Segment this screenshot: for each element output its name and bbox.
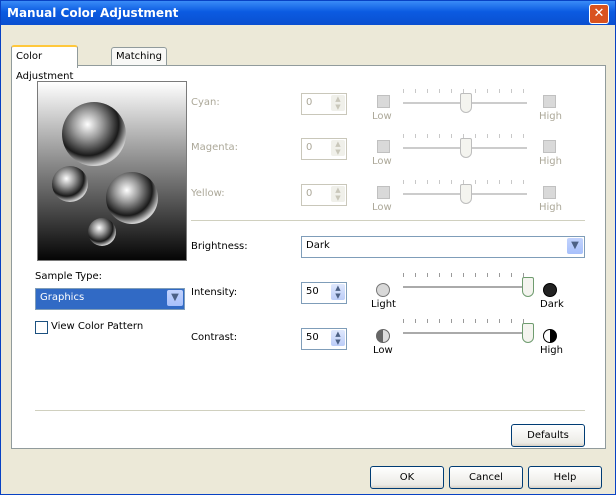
window-title: Manual Color Adjustment <box>7 6 179 20</box>
cyan-slider[interactable] <box>403 89 527 119</box>
yellow-high-label: High <box>539 202 562 213</box>
view-color-pattern-label: View Color Pattern <box>51 321 144 332</box>
intensity-low-label: Light <box>371 299 396 310</box>
yellow-label: Yellow: <box>191 188 225 199</box>
yellow-spinner[interactable]: 0 ▲ ▼ <box>301 184 347 206</box>
tab-color-adjustment[interactable]: Color Adjustment <box>11 45 79 82</box>
low-contrast-icon <box>376 329 390 343</box>
ok-button[interactable]: OK <box>370 466 444 489</box>
yellow-high-icon <box>543 186 556 199</box>
spin-arrows-icon[interactable]: ▲ ▼ <box>331 140 345 156</box>
magenta-slider[interactable] <box>403 134 527 164</box>
magenta-high-icon <box>543 140 556 153</box>
sample-type-select[interactable]: Graphics ▼ <box>35 288 185 310</box>
intensity-label: Intensity: <box>191 287 238 298</box>
brightness-label: Brightness: <box>191 241 248 252</box>
contrast-slider-thumb[interactable] <box>522 323 534 343</box>
chevron-down-icon[interactable]: ▼ <box>167 290 183 306</box>
spin-arrows-icon[interactable]: ▲ ▼ <box>331 186 345 202</box>
bottom-separator <box>35 410 585 412</box>
cyan-slider-thumb[interactable] <box>460 93 472 113</box>
cyan-low-icon <box>377 95 390 108</box>
close-button[interactable]: ✕ <box>589 4 609 24</box>
spin-arrows-icon[interactable]: ▲ ▼ <box>331 95 345 111</box>
contrast-label: Contrast: <box>191 332 238 343</box>
magenta-slider-thumb[interactable] <box>460 138 472 158</box>
contrast-value: 50 <box>306 332 319 343</box>
cyan-value: 0 <box>306 97 313 108</box>
sample-type-value: Graphics <box>40 292 85 303</box>
yellow-slider-thumb[interactable] <box>460 184 472 204</box>
magenta-high-label: High <box>539 156 562 167</box>
tab-matching[interactable]: Matching <box>111 47 167 66</box>
magenta-value: 0 <box>306 142 313 153</box>
magenta-label: Magenta: <box>191 142 239 153</box>
chevron-down-icon[interactable]: ▼ <box>567 238 583 254</box>
intensity-spinner[interactable]: 50 ▲ ▼ <box>301 282 347 304</box>
yellow-low-label: Low <box>372 202 392 213</box>
dark-circle-icon <box>543 283 557 297</box>
yellow-value: 0 <box>306 188 313 199</box>
intensity-high-label: Dark <box>540 299 564 310</box>
title-bar[interactable]: Manual Color Adjustment ✕ <box>1 1 615 25</box>
yellow-low-icon <box>377 186 390 199</box>
cancel-button[interactable]: Cancel <box>449 466 523 489</box>
contrast-spinner[interactable]: 50 ▲ ▼ <box>301 328 347 350</box>
magenta-low-icon <box>377 140 390 153</box>
brightness-select[interactable]: Dark ▼ <box>301 236 585 258</box>
contrast-high-label: High <box>540 345 563 356</box>
view-color-pattern-checkbox[interactable] <box>35 321 48 334</box>
intensity-slider[interactable] <box>403 273 534 303</box>
contrast-low-label: Low <box>373 345 393 356</box>
magenta-spinner[interactable]: 0 ▲ ▼ <box>301 138 347 160</box>
intensity-value: 50 <box>306 286 319 297</box>
cyan-label: Cyan: <box>191 97 220 108</box>
spin-arrows-icon[interactable]: ▲ ▼ <box>331 330 345 346</box>
close-icon: ✕ <box>593 6 605 21</box>
cyan-high-icon <box>543 95 556 108</box>
cyan-high-label: High <box>539 111 562 122</box>
contrast-slider[interactable] <box>403 319 534 349</box>
sample-preview-image <box>37 81 187 261</box>
yellow-slider[interactable] <box>403 180 527 210</box>
magenta-low-label: Low <box>372 156 392 167</box>
cyan-spinner[interactable]: 0 ▲ ▼ <box>301 93 347 115</box>
brightness-value: Dark <box>306 240 330 251</box>
intensity-slider-thumb[interactable] <box>522 277 534 297</box>
cyan-low-label: Low <box>372 111 392 122</box>
high-contrast-icon <box>543 329 557 343</box>
dialog-window: Manual Color Adjustment ✕ Color Adjustme… <box>0 0 616 495</box>
help-button[interactable]: Help <box>528 466 602 489</box>
defaults-button[interactable]: Defaults <box>511 424 585 447</box>
light-circle-icon <box>376 283 390 297</box>
spin-arrows-icon[interactable]: ▲ ▼ <box>331 284 345 300</box>
separator <box>191 220 585 222</box>
sample-type-label: Sample Type: <box>35 271 103 282</box>
